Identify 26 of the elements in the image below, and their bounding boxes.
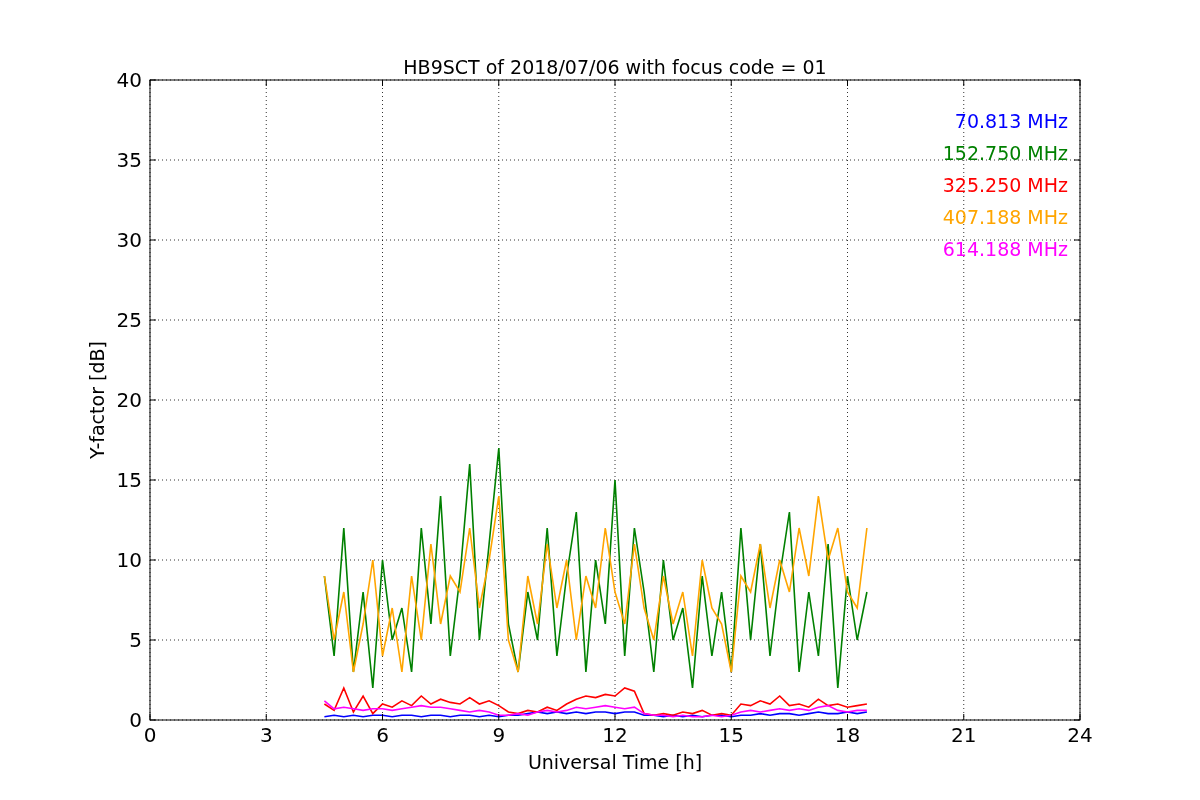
- x-tick-label: 18: [834, 723, 861, 747]
- y-tick-label: 25: [116, 308, 142, 332]
- y-tick-label: 15: [116, 468, 142, 492]
- legend-label: 614.188 MHz: [942, 238, 1068, 260]
- x-tick-label: 3: [259, 723, 273, 747]
- legend-label: 407.188 MHz: [942, 206, 1068, 228]
- y-axis-label: Y-factor [dB]: [86, 341, 108, 459]
- legend-label: 325.250 MHz: [942, 174, 1068, 196]
- x-tick-label: 15: [718, 723, 744, 747]
- y-tick-label: 0: [129, 708, 142, 732]
- x-tick-label: 12: [602, 723, 628, 747]
- x-axis-label: Universal Time [h]: [527, 751, 703, 773]
- y-tick-label: 10: [116, 548, 142, 572]
- x-tick-label: 9: [492, 723, 506, 747]
- x-tick-label: 0: [143, 723, 157, 747]
- legend-label: 70.813 MHz: [954, 110, 1068, 132]
- x-tick-label: 6: [376, 723, 389, 747]
- y-tick-label: 35: [116, 148, 142, 172]
- y-tick-label: 40: [116, 68, 142, 92]
- x-tick-label: 24: [1067, 723, 1093, 747]
- x-tick-label: 21: [951, 723, 977, 747]
- chart-title: HB9SCT of 2018/07/06 with focus code = 01: [403, 56, 827, 78]
- y-tick-label: 5: [129, 628, 142, 652]
- y-tick-label: 30: [116, 228, 142, 252]
- y-tick-label: 20: [116, 388, 142, 412]
- legend-label: 152.750 MHz: [942, 142, 1068, 164]
